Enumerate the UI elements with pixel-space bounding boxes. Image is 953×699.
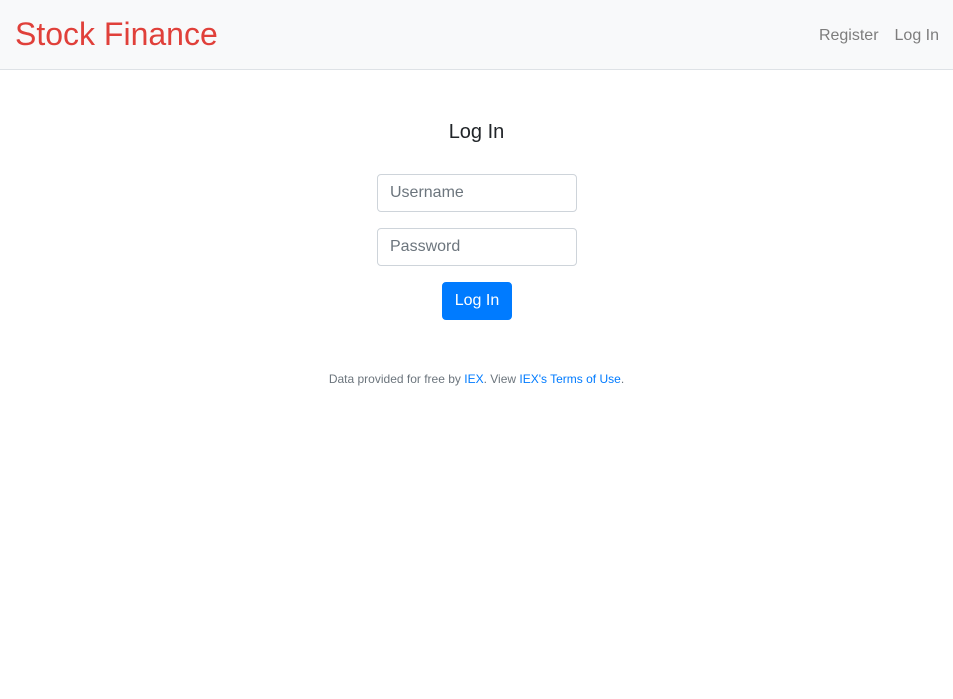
attribution-text-after: . bbox=[620, 372, 625, 386]
username-input[interactable] bbox=[377, 174, 577, 212]
nav-register-link[interactable]: Register bbox=[819, 24, 879, 48]
nav-links: Register Log In bbox=[819, 24, 939, 48]
page-title: Log In bbox=[448, 121, 505, 143]
attribution-text-before: Data provided for free by bbox=[328, 372, 465, 386]
data-attribution: Data provided for free by IEX. View IEX'… bbox=[0, 370, 953, 388]
login-button[interactable]: Log In bbox=[442, 282, 512, 320]
iex-terms-link[interactable]: IEX's Terms of Use bbox=[519, 372, 620, 386]
iex-link[interactable]: IEX bbox=[464, 372, 483, 386]
password-input[interactable] bbox=[377, 228, 577, 266]
brand-logo-link[interactable]: Stock Finance bbox=[15, 14, 218, 54]
nav-login-link[interactable]: Log In bbox=[895, 24, 939, 48]
navbar: Stock Finance Register Log In bbox=[0, 0, 953, 70]
attribution-text-middle: . View bbox=[483, 372, 520, 386]
